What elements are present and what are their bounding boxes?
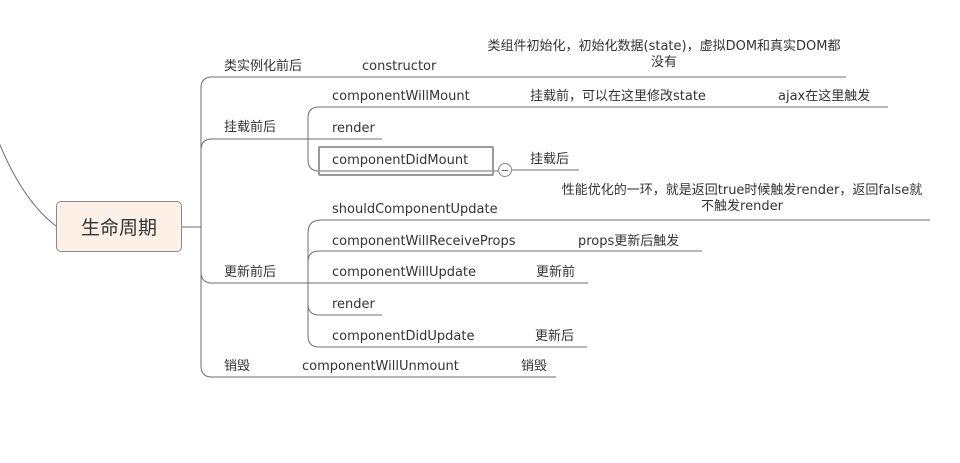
branch-label-update[interactable]: 更新前后	[224, 265, 276, 281]
root-node[interactable]: 生命周期	[56, 201, 182, 252]
note-will-update[interactable]: 更新前	[536, 265, 575, 281]
node-render-mount[interactable]: render	[332, 121, 375, 137]
node-should-component-update[interactable]: shouldComponentUpdate	[332, 202, 498, 218]
note-will-mount-state[interactable]: 挂载前，可以在这里修改state	[530, 89, 706, 105]
node-component-will-unmount[interactable]: componentWillUnmount	[302, 359, 459, 375]
parent-connector	[0, 143, 57, 227]
note-will-unmount[interactable]: 销毁	[521, 359, 547, 375]
note-will-receive-props[interactable]: props更新后触发	[578, 234, 679, 250]
update-child-line-1	[307, 219, 930, 234]
note-constructor[interactable]: 类组件初始化，初始化数据(state)，虚拟DOM和真实DOM都没有	[486, 39, 842, 71]
collapse-icon[interactable]	[498, 163, 512, 177]
update-child-line-2	[307, 250, 702, 263]
node-constructor[interactable]: constructor	[362, 59, 436, 75]
note-did-mount[interactable]: 挂载后	[530, 152, 569, 168]
node-render-update[interactable]: render	[332, 297, 375, 313]
node-component-will-receive-props[interactable]: componentWillReceiveProps	[332, 234, 516, 250]
node-component-will-update[interactable]: componentWillUpdate	[332, 265, 476, 281]
note-did-update[interactable]: 更新后	[535, 329, 574, 345]
mindmap-canvas: 生命周期 类实例化前后 constructor 类组件初始化，初始化数据(sta…	[0, 0, 960, 463]
root-label: 生命周期	[80, 217, 157, 239]
node-component-did-update[interactable]: componentDidUpdate	[332, 329, 475, 345]
branch-label-destroy[interactable]: 销毁	[224, 359, 250, 375]
branch-label-mount[interactable]: 挂载前后	[224, 120, 276, 136]
note-will-mount-ajax[interactable]: ajax在这里触发	[778, 89, 870, 105]
node-component-will-mount[interactable]: componentWillMount	[332, 89, 470, 105]
branch-connector-1	[200, 76, 226, 89]
mount-child-line-1	[307, 106, 888, 139]
branch-label-instantiation[interactable]: 类实例化前后	[224, 59, 302, 75]
node-component-did-mount[interactable]: componentDidMount	[332, 153, 468, 169]
note-should-component-update[interactable]: 性能优化的一环，就是返回true时候触发render，返回false就不触发re…	[556, 183, 928, 215]
branch-connector-2	[200, 138, 289, 151]
